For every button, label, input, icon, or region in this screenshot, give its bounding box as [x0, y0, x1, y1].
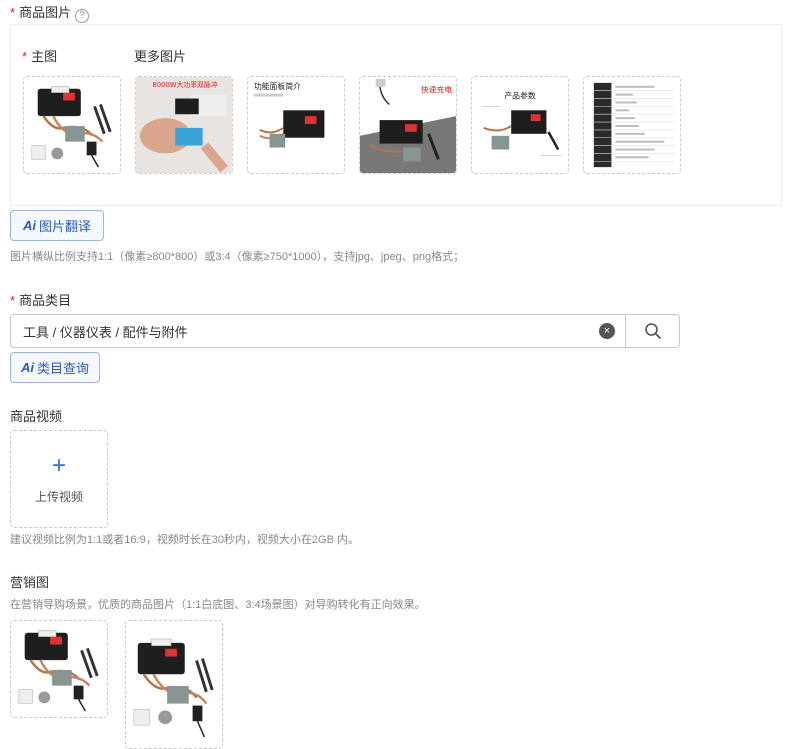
marketing-hint: 在营销导购场景，优质的商品图片（1:1白底图、3:4场景图）对导购转化有正向效果…: [10, 599, 426, 611]
category-label: 商品类目: [19, 293, 72, 308]
product-photo-icon: 8000W大功率双脉冲: [136, 77, 232, 173]
video-label: 商品视频: [10, 409, 63, 424]
more-image-thumbnail[interactable]: 8000W大功率双脉冲: [135, 76, 233, 174]
category-query-button[interactable]: Ai 类目查询: [10, 352, 100, 383]
video-hint: 建议视频比例为1:1或者16:9，视频时长在30秒内，视频大小在2GB 内。: [10, 534, 360, 546]
thumbnail-caption: 产品参数: [504, 91, 535, 101]
product-photo-icon: 快速充电: [360, 77, 456, 173]
more-image-thumbnail[interactable]: [583, 76, 681, 174]
upload-video-button[interactable]: + 上传视频: [10, 430, 108, 528]
product-images-label: 商品图片: [19, 5, 72, 20]
image-hint: 图片横纵比例支持1:1（像素≥800*800）或3:4（像素≥750*1000）…: [10, 251, 465, 263]
required-mark: *: [10, 293, 16, 308]
thumbnail-caption: 快速充电: [421, 85, 452, 95]
ai-icon: Ai: [20, 360, 34, 375]
more-image-thumbnail[interactable]: 快速充电: [359, 76, 457, 174]
more-image-thumbnail[interactable]: 功能面板简介: [247, 76, 345, 174]
product-photo-icon: [126, 621, 222, 748]
image-translate-label: 图片翻译: [38, 219, 91, 234]
required-mark: *: [10, 5, 16, 20]
category-select[interactable]: 工具 / 仪器仪表 / 配件与附件 ×: [10, 314, 680, 348]
product-photo-icon: [11, 621, 107, 717]
marketing-label: 营销图: [10, 575, 50, 590]
main-image-thumbnail[interactable]: [23, 76, 121, 174]
thumbnail-caption: 8000W大功率双脉冲: [152, 80, 217, 89]
required-mark: *: [22, 49, 28, 64]
category-header: * 商品类目: [10, 290, 71, 309]
search-button[interactable]: [625, 315, 679, 347]
product-photo-icon: 功能面板简介: [248, 77, 344, 173]
clear-icon[interactable]: ×: [599, 323, 615, 339]
more-images-label: 更多图片: [134, 49, 187, 64]
product-photo-icon: [24, 77, 120, 173]
marketing-image-thumbnail[interactable]: [10, 620, 108, 718]
product-photo-icon: 产品参数: [472, 77, 568, 173]
search-icon: [644, 323, 661, 339]
marketing-image-thumbnail[interactable]: [125, 620, 223, 749]
help-icon[interactable]: ?: [75, 9, 90, 23]
ai-icon: Ai: [22, 218, 36, 233]
category-query-label: 类目查询: [36, 361, 89, 376]
product-images-header: * 商品图片?: [10, 2, 90, 23]
image-translate-button[interactable]: Ai 图片翻译: [10, 210, 104, 241]
upload-video-label: 上传视频: [34, 489, 83, 504]
thumbnail-caption: 功能面板简介: [254, 81, 301, 91]
more-image-thumbnail[interactable]: 产品参数: [471, 76, 569, 174]
main-image-header: * 主图: [22, 46, 57, 65]
category-value[interactable]: 工具 / 仪器仪表 / 配件与附件: [11, 322, 599, 341]
main-image-label: 主图: [31, 49, 58, 64]
spec-table-icon: [584, 77, 680, 173]
plus-icon: +: [51, 451, 66, 479]
